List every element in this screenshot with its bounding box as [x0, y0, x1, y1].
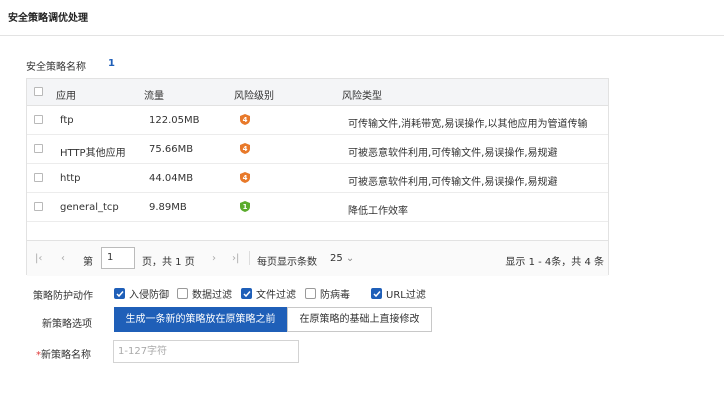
page-title: 安全策略调优处理: [8, 13, 88, 24]
row-checkbox[interactable]: [34, 202, 43, 211]
row-checkbox[interactable]: [34, 144, 43, 153]
row-checkbox[interactable]: [34, 115, 43, 124]
risk-level-shield-icon: 4: [240, 143, 250, 154]
option-modify-existing-button[interactable]: 在原策略的基础上直接修改: [287, 307, 432, 332]
cell-traffic: 122.05MB: [149, 115, 200, 126]
last-page-icon[interactable]: ›|: [232, 253, 239, 264]
col-header-traffic: 流量: [144, 91, 164, 102]
checkbox-unchecked-icon: [177, 288, 188, 299]
risk-level-shield-icon: 4: [240, 114, 250, 125]
page-number-input[interactable]: 1: [101, 247, 135, 269]
table-row[interactable]: HTTP其他应用 75.66MB 4 可被恶意软件利用,可传输文件,易误操作,易…: [27, 135, 608, 164]
pager-summary: 显示 1 - 4条，共 4 条: [505, 257, 604, 268]
risk-level-value: 1: [243, 203, 248, 211]
select-all-checkbox[interactable]: [34, 87, 43, 96]
table-row[interactable]: general_tcp 9.89MB 1 降低工作效率: [27, 193, 608, 222]
risk-table: 应用 流量 风险级别 风险类型 ftp 122.05MB 4 可传输文件,消耗带…: [26, 78, 609, 276]
protect-action-label: 策略防护动作: [33, 291, 93, 302]
checkbox-label: URL过滤: [386, 290, 426, 301]
policy-name-value: 1: [108, 58, 115, 69]
page-suffix: 页，共 1 页: [142, 257, 195, 268]
checkbox-file-filter[interactable]: 文件过滤: [241, 286, 296, 301]
new-policy-name-label: *新策略名称: [36, 346, 91, 361]
risk-level-value: 4: [243, 145, 248, 153]
cell-traffic: 44.04MB: [149, 173, 194, 184]
chevron-down-icon: ⌄: [345, 253, 355, 264]
pagination-bar: |‹ ‹ 第 1 页，共 1 页 › ›| 每页显示条数 25 ⌄ 显示 1 -…: [27, 240, 608, 276]
per-page-select[interactable]: 25 ⌄: [330, 253, 354, 264]
prev-page-icon[interactable]: ‹: [61, 253, 65, 264]
cell-traffic: 75.66MB: [149, 144, 194, 155]
checkbox-label: 数据过滤: [192, 290, 232, 301]
next-page-icon[interactable]: ›: [212, 253, 216, 264]
row-checkbox[interactable]: [34, 173, 43, 182]
cell-risk-type: 可传输文件,消耗带宽,易误操作,以其他应用为管道传输: [348, 119, 588, 130]
cell-app: general_tcp: [60, 202, 119, 213]
col-header-risk-type: 风险类型: [342, 91, 382, 102]
cell-risk-type: 降低工作效率: [348, 206, 408, 217]
col-header-app: 应用: [56, 91, 76, 102]
cell-risk-type: 可被恶意软件利用,可传输文件,易误操作,易规避: [348, 177, 558, 188]
cell-risk-type: 可被恶意软件利用,可传输文件,易误操作,易规避: [348, 148, 558, 159]
checkbox-checked-icon: [114, 288, 125, 299]
first-page-icon[interactable]: |‹: [35, 253, 42, 264]
table-header: 应用 流量 风险级别 风险类型: [27, 79, 608, 106]
table-row[interactable]: ftp 122.05MB 4 可传输文件,消耗带宽,易误操作,以其他应用为管道传…: [27, 106, 608, 135]
option-insert-new-button[interactable]: 生成一条新的策略放在原策略之前: [114, 307, 287, 332]
checkbox-data-filter[interactable]: 数据过滤: [177, 286, 232, 301]
header-divider: [0, 35, 724, 36]
cell-app: HTTP其他应用: [60, 148, 126, 159]
risk-level-value: 4: [243, 174, 248, 182]
risk-level-value: 4: [243, 116, 248, 124]
per-page-label: 每页显示条数: [257, 257, 317, 268]
policy-name-label: 安全策略名称: [26, 62, 86, 73]
checkbox-checked-icon: [371, 288, 382, 299]
cell-app: ftp: [60, 115, 74, 126]
new-policy-option-label: 新策略选项: [42, 319, 92, 330]
checkbox-label: 文件过滤: [256, 290, 296, 301]
per-page-value: 25: [330, 253, 343, 264]
cell-traffic: 9.89MB: [149, 202, 187, 213]
cell-app: http: [60, 173, 81, 184]
checkbox-unchecked-icon: [305, 288, 316, 299]
risk-level-shield-icon: 4: [240, 172, 250, 183]
risk-level-shield-icon: 1: [240, 201, 250, 212]
checkbox-antivirus[interactable]: 防病毒: [305, 286, 350, 301]
pager-divider: [249, 251, 250, 265]
checkbox-checked-icon: [241, 288, 252, 299]
new-policy-name-input[interactable]: 1-127字符: [113, 340, 299, 363]
checkbox-ips[interactable]: 入侵防御: [114, 286, 169, 301]
page-prefix: 第: [83, 257, 93, 268]
checkbox-url-filter[interactable]: URL过滤: [371, 286, 426, 301]
checkbox-label: 防病毒: [320, 290, 350, 301]
col-header-risk-level: 风险级别: [234, 91, 274, 102]
table-row[interactable]: http 44.04MB 4 可被恶意软件利用,可传输文件,易误操作,易规避: [27, 164, 608, 193]
new-policy-name-text: 新策略名称: [41, 350, 91, 361]
checkbox-label: 入侵防御: [129, 290, 169, 301]
